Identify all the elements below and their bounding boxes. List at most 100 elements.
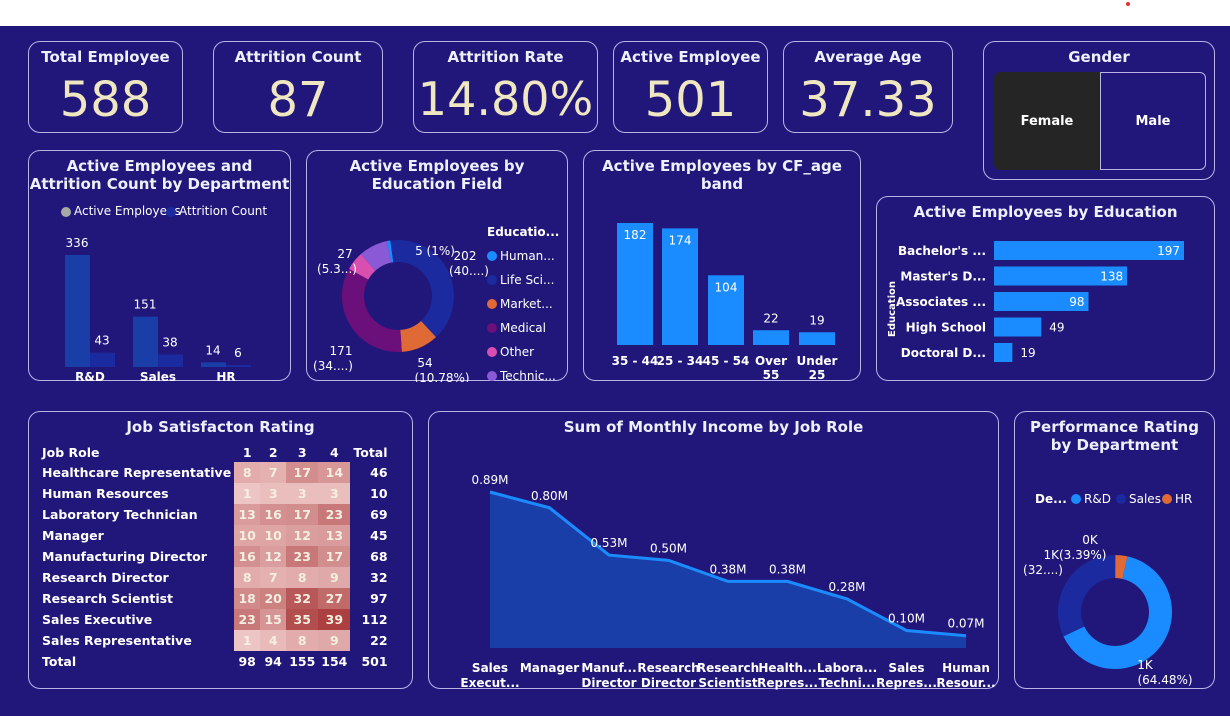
legend-label: R&D	[1084, 492, 1111, 506]
data-label: 43	[94, 334, 109, 348]
performance-donut-chart: De... R&D Sales HR 0K1K(3.39%)(32....) 1K(64.…	[1023, 492, 1193, 687]
job-role-cell: Human Resources	[42, 486, 169, 501]
slice-medical	[342, 268, 402, 352]
job-role-cell: Research Scientist	[42, 591, 174, 606]
job-role-cell: Sales Representative	[42, 633, 192, 648]
kpi-label: Average Age	[814, 48, 922, 66]
income-area-chart: 0.89M 0.80M 0.53M 0.50M 0.38M 0.38M 0.28M 0.10M…	[460, 473, 995, 690]
total-cell: 22	[370, 633, 388, 648]
data-label: 0K	[1082, 533, 1099, 547]
bar-active-HR	[201, 362, 226, 367]
column-header[interactable]: 1	[234, 442, 260, 462]
gender-female-button[interactable]: Female	[994, 72, 1100, 170]
data-label: 138	[1100, 270, 1123, 284]
rating-cell: 16	[234, 546, 261, 567]
y-tick-label: High School	[906, 321, 986, 335]
data-label: (34....)	[313, 359, 353, 373]
rating-cell: 16	[260, 504, 287, 525]
legend-dot-icon	[487, 299, 497, 309]
x-tick-label: Director	[641, 676, 696, 690]
education-hbar-chart: Bachelor's ... 197 Master's D... 138 Associa…	[887, 241, 1184, 362]
gender-male-button[interactable]: Male	[1100, 72, 1206, 170]
x-tick-label: Resour...	[936, 676, 995, 690]
column-header[interactable]: Total	[350, 442, 390, 462]
job-role-cell: Healthcare Representative	[42, 465, 232, 480]
rating-cell: 12	[286, 525, 319, 546]
table-row: Sales Executive 23 15 35 39 112	[39, 609, 391, 630]
x-tick-label: Under	[797, 354, 838, 368]
total-row-cell: 155	[289, 654, 316, 669]
kpi-total-employee[interactable]: Total Employee 588	[28, 41, 183, 133]
x-tick-label: Sales	[888, 661, 924, 675]
legend-dot-icon	[487, 371, 497, 381]
rating-cell: 3	[286, 483, 319, 504]
total-row-cell: Total	[42, 654, 77, 669]
kpi-attrition-rate[interactable]: Attrition Rate 14.80%	[413, 41, 598, 133]
column-header[interactable]: 4	[318, 442, 350, 462]
data-label: 174	[669, 233, 692, 247]
rating-cell: 10	[234, 525, 261, 546]
job-role-cell: Sales Executive	[42, 612, 153, 627]
data-label: 22	[763, 311, 778, 325]
x-tick-label: Repres...	[876, 676, 937, 690]
rating-cell: 8	[234, 462, 261, 483]
legend-label: Market...	[500, 297, 553, 311]
legend-dot-icon	[487, 251, 497, 261]
kpi-average-age[interactable]: Average Age 37.33	[783, 41, 953, 133]
table-row: Human Resources 1 3 3 3 10	[39, 483, 391, 504]
rating-cell: 13	[234, 504, 261, 525]
total-cell: 69	[370, 507, 388, 522]
rating-cell: 8	[286, 567, 319, 588]
dept-chart-card: Active Employees and Attrition Count by …	[28, 150, 291, 382]
kpi-label: Attrition Count	[234, 48, 362, 66]
total-row-cell: 501	[361, 654, 388, 669]
x-tick-label: Sales	[472, 661, 508, 675]
gender-female-label: Female	[1020, 113, 1074, 129]
rating-cell: 7	[260, 567, 287, 588]
red-dot-indicator	[1126, 2, 1130, 6]
rating-cell: 4	[260, 630, 287, 651]
table-total-row: Total 98 94 155 154 501	[39, 651, 391, 672]
rating-cell: 17	[286, 504, 319, 525]
total-cell: 68	[370, 549, 388, 564]
rating-cell: 9	[318, 567, 351, 588]
column-header[interactable]: 3	[286, 442, 318, 462]
rating-cell: 23	[286, 546, 319, 567]
total-cell: 45	[370, 528, 388, 543]
bar-attrition-Sales	[158, 354, 183, 367]
x-tick-label: Manager	[520, 661, 579, 675]
column-header[interactable]: Job Role	[39, 442, 234, 462]
rating-cell: 14	[318, 462, 351, 483]
legend-dot-icon	[1162, 494, 1172, 504]
edu-field-chart-card: Active Employees by Education Field 5 (1…	[306, 150, 568, 382]
x-tick-label: Techni...	[819, 676, 876, 690]
data-label: 0.38M	[709, 562, 746, 576]
top-strip	[0, 0, 1230, 26]
data-label: 0.38M	[769, 562, 806, 576]
y-tick-label: Associates ...	[896, 295, 986, 309]
kpi-attrition-count[interactable]: Attrition Count 87	[213, 41, 383, 133]
data-label: 98	[1069, 295, 1084, 309]
data-label: 6	[234, 346, 242, 360]
rating-cell: 1	[234, 483, 261, 504]
bar-active-Sales	[133, 316, 158, 367]
kpi-active-employee[interactable]: Active Employee 501	[613, 41, 768, 133]
legend-dot-icon	[487, 347, 497, 357]
data-label: 19	[1020, 346, 1035, 360]
rating-cell: 8	[286, 630, 319, 651]
kpi-label: Active Employee	[620, 48, 761, 66]
data-label: 197	[1157, 244, 1180, 258]
rating-cell: 8	[234, 567, 261, 588]
data-label: 0.53M	[590, 536, 627, 550]
total-cell: 10	[370, 486, 388, 501]
legend-dot-icon	[487, 323, 497, 333]
gender-male-label: Male	[1135, 113, 1171, 129]
bar-Under 25	[799, 332, 835, 345]
data-label: (5.3...)	[317, 262, 357, 276]
income-chart-card: Sum of Monthly Income by Job Role 0.89M 0…	[428, 411, 999, 690]
kpi-label: Total Employee	[41, 48, 170, 66]
column-header[interactable]: 2	[260, 442, 286, 462]
rating-cell: 1	[234, 630, 261, 651]
data-label: 0.89M	[471, 473, 508, 487]
legend-dot-icon	[1071, 494, 1081, 504]
